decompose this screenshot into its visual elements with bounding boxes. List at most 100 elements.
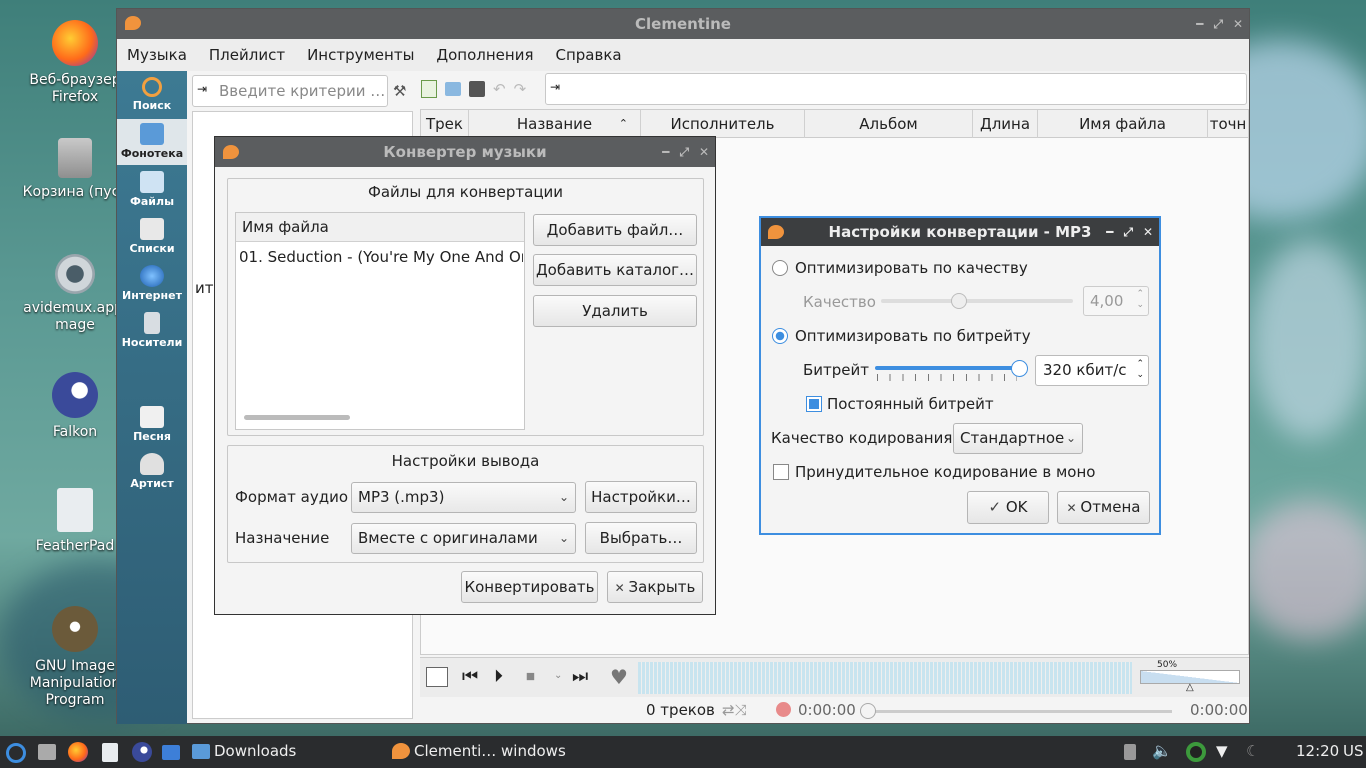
close-button[interactable]: ✕ Закрыть [607,571,703,603]
volume-handle-icon[interactable]: △ [1186,682,1194,693]
redo-icon[interactable]: ↷ [514,80,527,98]
desktop-icon-gimp[interactable]: GNU Image Manipulation Program [20,606,130,709]
playlist-clear-icon[interactable] [426,667,448,687]
clipboard-icon[interactable] [1124,744,1136,760]
converter-titlebar[interactable]: Конвертер музыки ━ ⤢ ✕ [215,137,715,167]
quality-spinbox[interactable]: 4,00 ⌃ ⌄ [1083,286,1149,316]
taskbar-downloads[interactable]: Downloads [192,742,296,760]
optimize-quality-radio[interactable] [772,260,788,276]
save-playlist-icon[interactable] [469,81,485,97]
volume-icon[interactable]: 🔈 [1152,741,1172,760]
firefox-icon[interactable] [68,742,88,762]
file-list-item[interactable]: 01. Seduction - (You're My One And Onl [239,248,523,266]
clementine-tray-icon[interactable] [1186,742,1206,762]
menu-extras[interactable]: Дополнения [436,46,533,64]
mp3-titlebar[interactable]: Настройки конвертации - MP3 ━ ⤢ ✕ [761,218,1159,246]
bitrate-spinbox[interactable]: 320 кбит/с ⌃ ⌄ [1035,355,1149,386]
seek-handle[interactable] [860,703,876,719]
desktop-icon-falkon[interactable]: Falkon [20,372,130,441]
sidebar-item-files[interactable]: Файлы [120,171,184,208]
menu-music[interactable]: Музыка [127,46,187,64]
column-album[interactable]: Альбом [805,110,973,138]
minimize-icon[interactable]: ━ [662,137,669,167]
convert-button[interactable]: Конвертировать [461,571,598,603]
maximize-icon[interactable]: ⤢ [679,137,689,167]
bitrate-slider-handle[interactable] [1011,360,1028,377]
spin-arrows-icon[interactable]: ⌃ ⌄ [1136,359,1144,381]
next-icon[interactable]: ⏭ [572,666,588,687]
menu-playlist[interactable]: Плейлист [209,46,285,64]
destination-select[interactable]: Вместе с оригиналами ⌄ [351,523,576,554]
constant-bitrate-checkbox[interactable] [806,396,822,412]
encoding-quality-select[interactable]: Стандартное ⌄ [953,423,1083,454]
sidebar-item-playlists[interactable]: Списки [120,218,184,255]
main-titlebar[interactable]: Clementine ━ ⤢ ✕ [117,9,1249,39]
file-list[interactable]: Имя файла 01. Seduction - (You're My One… [235,212,525,430]
library-settings-icon[interactable]: ⚒ [393,82,406,100]
sidebar-item-search[interactable]: Поиск [120,77,184,112]
taskbar-clementine[interactable]: Clementi… windows [392,742,566,760]
column-length[interactable]: Длина [973,110,1038,138]
format-select[interactable]: MP3 (.mp3) ⌄ [351,482,576,513]
optimize-bitrate-radio[interactable] [772,328,788,344]
load-playlist-icon[interactable] [445,82,461,96]
keyboard-layout[interactable]: US [1343,742,1364,760]
ok-button[interactable]: ✓ OK [967,491,1049,524]
playlist-filter[interactable]: ⇥ [545,73,1247,105]
desktop-icon-avidemux[interactable]: avidemux.appimage [20,254,130,334]
clock[interactable]: 12:20 [1296,742,1339,760]
close-icon[interactable]: ✕ [699,137,709,167]
close-icon[interactable]: ✕ [1143,218,1153,246]
new-playlist-icon[interactable] [421,80,437,98]
column-track[interactable]: Трек [421,110,469,138]
previous-icon[interactable]: ⏮ [462,666,478,687]
stop-menu-chevron-icon[interactable]: ⌄ [554,670,562,681]
add-folder-button[interactable]: Добавить каталог… [533,254,697,286]
quality-slider-handle[interactable] [951,293,967,309]
sidebar-item-library[interactable]: Фонотека [117,119,187,165]
clear-search-icon[interactable]: ⇥ [197,82,207,96]
sidebar-item-artist[interactable]: Артист [120,453,184,490]
repeat-shuffle-icon[interactable]: ⇄⤨ [722,701,747,719]
column-title[interactable]: Название ⌃ [469,110,641,138]
sidebar-item-devices[interactable]: Носители [120,312,184,349]
remove-button[interactable]: Удалить [533,295,697,327]
bitrate-slider[interactable] [875,366,1019,370]
quality-slider[interactable] [881,299,1073,303]
minimize-icon[interactable]: ━ [1196,9,1203,39]
featherpad-icon[interactable] [102,743,118,762]
file-manager-icon[interactable] [38,744,56,760]
sidebar-item-song[interactable]: Песня [120,406,184,443]
file-list-header[interactable]: Имя файла [236,213,524,242]
lastfm-icon[interactable] [776,702,791,717]
desktop-icon-featherpad[interactable]: FeatherPad [20,488,130,555]
desktop-icon-trash[interactable]: Корзина (пуст [20,138,130,201]
falkon-icon[interactable] [132,742,152,762]
minimize-icon[interactable]: ━ [1106,218,1113,246]
column-artist[interactable]: Исполнитель [641,110,805,138]
column-extra[interactable]: точн [1208,110,1248,138]
file-list-hscrollbar[interactable] [244,415,350,420]
desktop-icon[interactable] [162,745,180,760]
play-icon[interactable]: ⏵ [494,666,503,687]
close-icon[interactable]: ✕ [1233,9,1243,39]
cancel-button[interactable]: ✕ Отмена [1057,491,1150,524]
stop-icon[interactable]: ⏹ [526,666,535,687]
seek-slider[interactable] [860,710,1172,713]
maximize-icon[interactable]: ⤢ [1213,9,1223,39]
wifi-icon[interactable]: ▼ [1216,742,1228,760]
undo-icon[interactable]: ↶ [493,80,506,98]
night-mode-icon[interactable]: ☾ [1246,742,1259,760]
choose-destination-button[interactable]: Выбрать… [585,522,697,554]
sidebar-item-internet[interactable]: Интернет [120,265,184,302]
library-search-box[interactable]: ⇥ Введите критерии … [192,75,388,107]
love-heart-icon[interactable]: ♥ [610,665,628,689]
force-mono-checkbox[interactable] [773,464,789,480]
menu-tools[interactable]: Инструменты [307,46,414,64]
spin-arrows-icon[interactable]: ⌃ ⌄ [1136,289,1144,311]
column-filename[interactable]: Имя файла [1038,110,1208,138]
app-menu-icon[interactable] [6,743,26,763]
maximize-icon[interactable]: ⤢ [1123,218,1133,246]
format-settings-button[interactable]: Настройки… [585,481,697,513]
add-file-button[interactable]: Добавить файл… [533,214,697,246]
